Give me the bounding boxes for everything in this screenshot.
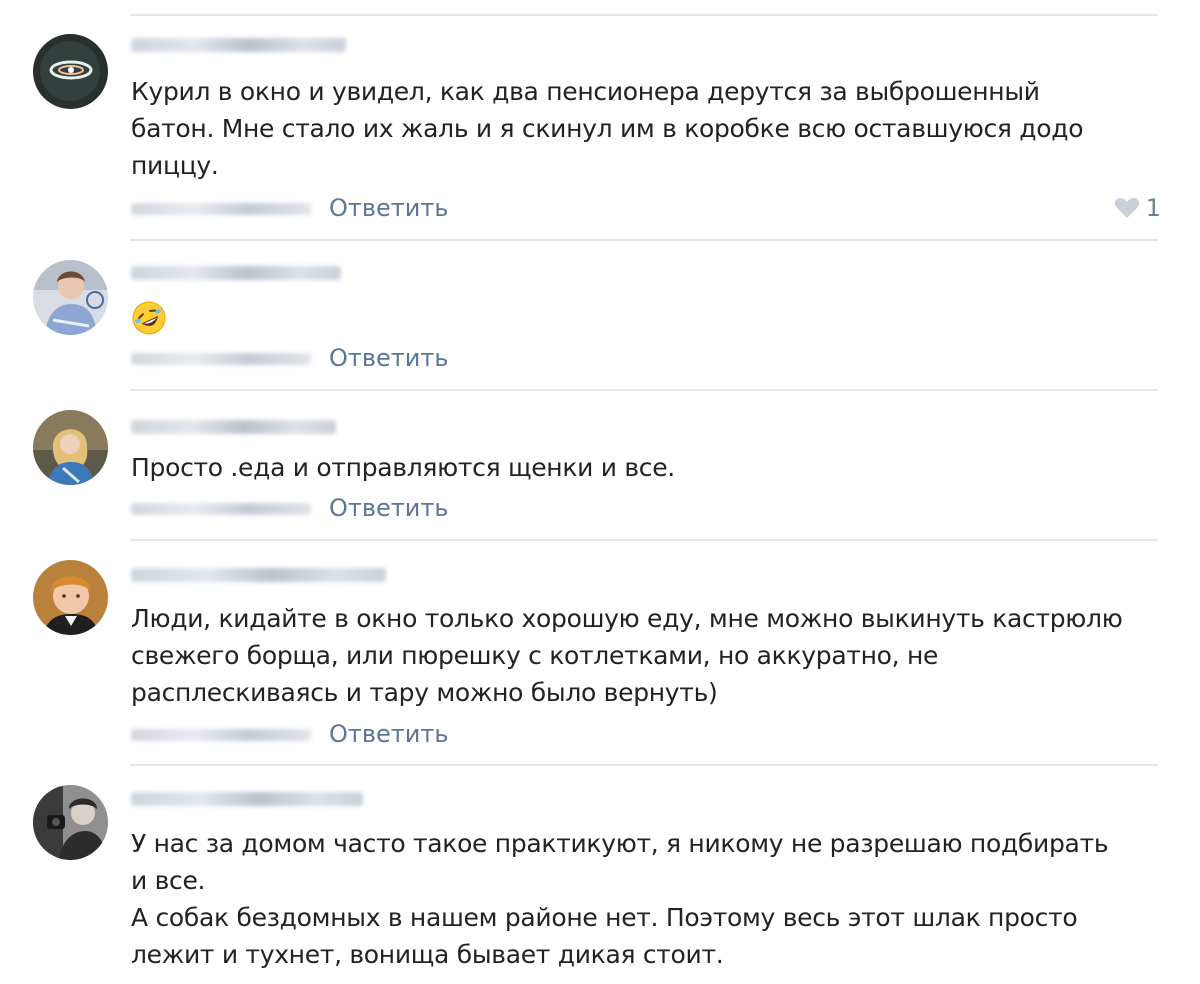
comment-text: Просто .еда и отправляются щенки и все. [131, 449, 1161, 486]
comment-divider [130, 764, 1158, 766]
reply-link[interactable]: Ответить [329, 343, 448, 373]
comment-text: У нас за домом часто такое практикуют, я… [131, 825, 1161, 973]
reply-link[interactable]: Ответить [329, 719, 448, 749]
comment-date[interactable] [131, 503, 311, 515]
comment-footer: Ответить [131, 493, 1161, 523]
avatar-image [33, 785, 108, 860]
avatar-image [33, 260, 108, 335]
comment-text-line: Люди, кидайте в окно только хорошую еду,… [131, 604, 1123, 633]
avatar-image [33, 34, 108, 109]
like-button[interactable]: 1 [1114, 193, 1161, 223]
rolling-on-floor-laughing-icon [132, 301, 166, 335]
author-name[interactable] [131, 786, 363, 806]
avatar[interactable] [33, 260, 108, 335]
comment-divider [130, 14, 1158, 16]
reply-link[interactable]: Ответить [329, 493, 448, 523]
author-name[interactable] [131, 562, 386, 582]
avatar[interactable] [33, 785, 108, 860]
avatar-image [33, 560, 108, 635]
comment-footer: Ответить [131, 719, 1161, 749]
comment-date[interactable] [131, 203, 311, 215]
avatar[interactable] [33, 34, 108, 109]
comment-text-line: свежего борща, или пюрешку с котлетками,… [131, 641, 939, 670]
like-count: 1 [1145, 194, 1161, 222]
comment-text-line: А собак бездомных в нашем районе нет. По… [131, 903, 1078, 932]
comment-footer: Ответить 1 [131, 193, 1161, 223]
author-name[interactable] [131, 414, 336, 434]
comment-text-line: батон. Мне стало их жаль и я скинул им в… [131, 114, 1084, 143]
comment-divider [130, 539, 1158, 541]
avatar[interactable] [33, 410, 108, 485]
reply-link[interactable]: Ответить [329, 193, 448, 223]
comment-text-line: и все. [131, 866, 206, 895]
heart-icon [1114, 198, 1139, 218]
comment-text: Курил в окно и увидел, как два пенсионер… [131, 73, 1161, 184]
comment-text-line: У нас за домом часто такое практикуют, я… [131, 829, 1109, 858]
comment-text [131, 298, 1161, 336]
comment-footer: Ответить [131, 343, 1161, 373]
comment-text: Люди, кидайте в окно только хорошую еду,… [131, 600, 1161, 711]
comment-divider [130, 389, 1158, 391]
author-name[interactable] [131, 32, 346, 52]
comment-divider [130, 239, 1158, 241]
comment-text-line: Просто .еда и отправляются щенки и все. [131, 453, 675, 482]
avatar[interactable] [33, 560, 108, 635]
avatar-image [33, 410, 108, 485]
author-name[interactable] [131, 260, 341, 280]
comment-text-line: расплескиваясь и тару можно было вернуть… [131, 678, 718, 707]
comment-text-line: пиццу. [131, 151, 219, 180]
comment-date[interactable] [131, 353, 311, 365]
comment-text-line: лежит и тухнет, вонища бывает дикая стои… [131, 940, 724, 969]
comment-date[interactable] [131, 729, 311, 741]
comment-text-line: Курил в окно и увидел, как два пенсионер… [131, 77, 1040, 106]
